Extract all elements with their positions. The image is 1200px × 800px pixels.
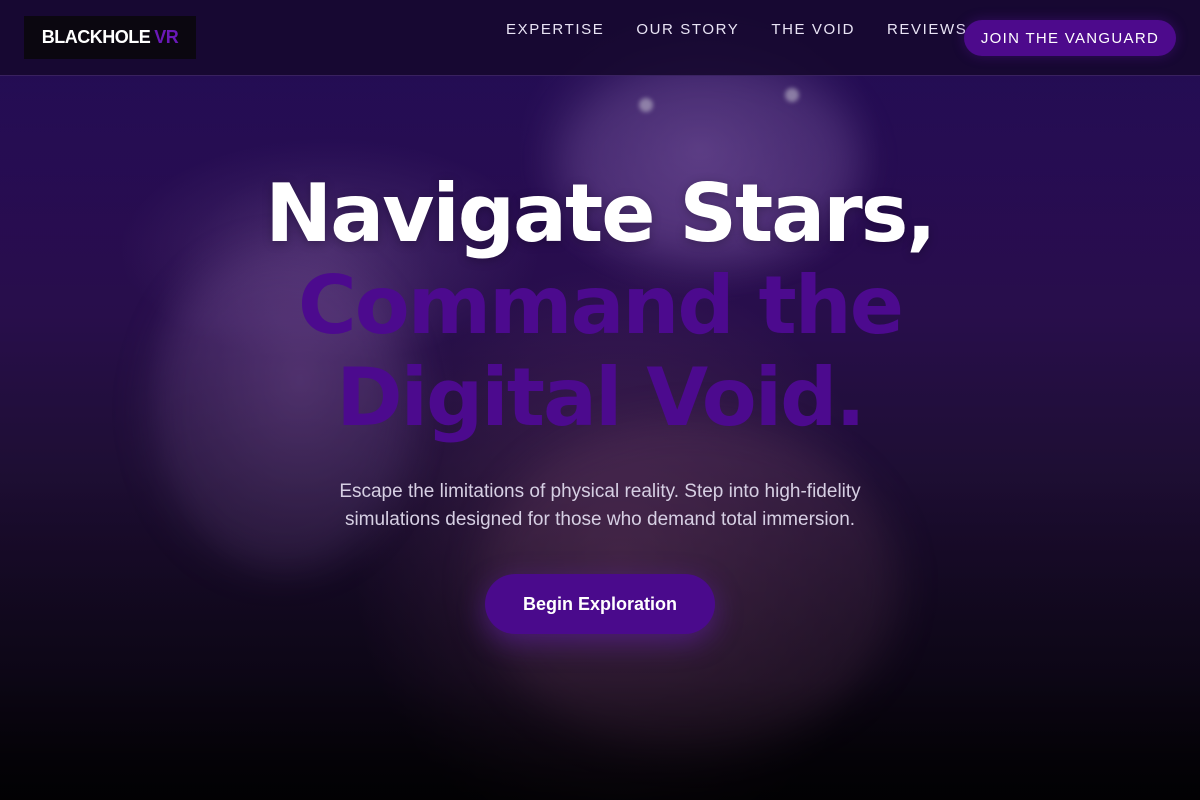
brand-logo[interactable]: BLACKHOLE VR	[24, 16, 196, 59]
hero-title-line-1: Navigate Stars,	[265, 167, 936, 260]
hero-title-line-2: Command the	[298, 259, 904, 352]
hero-subtitle: Escape the limitations of physical reali…	[339, 481, 861, 530]
top-navigation-bar: BLACKHOLE VR EXPERTISE OUR STORY THE VOI…	[0, 0, 1200, 76]
brand-name-accent: VR	[154, 27, 179, 47]
nav-link-the-void[interactable]: THE VOID	[771, 20, 855, 40]
join-vanguard-button[interactable]: JOIN THE VANGUARD	[964, 20, 1176, 56]
hero-title-line-3: Digital Void.	[336, 351, 866, 444]
hero-title: Navigate Stars, Command the Digital Void…	[0, 168, 1200, 444]
nav-link-expertise[interactable]: EXPERTISE	[506, 20, 604, 40]
nav-link-our-story[interactable]: OUR STORY	[636, 20, 739, 40]
brand-name: BLACKHOLE	[41, 27, 151, 47]
begin-exploration-button[interactable]: Begin Exploration	[485, 574, 715, 634]
nav-link-reviews[interactable]: REVIEWS	[887, 20, 967, 40]
main-nav: EXPERTISE OUR STORY THE VOID REVIEWS	[506, 20, 999, 40]
